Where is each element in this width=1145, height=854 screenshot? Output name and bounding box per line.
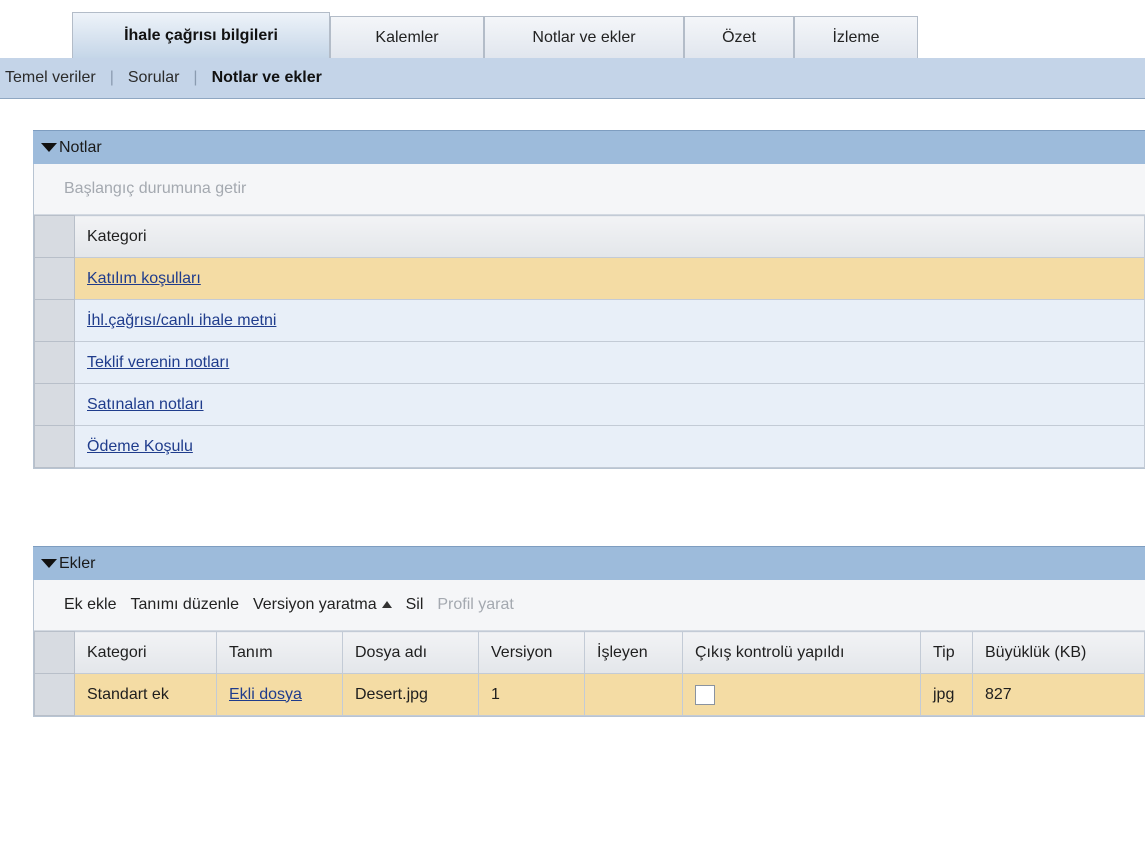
- menu-arrow-icon: [381, 601, 392, 609]
- column-header-tip[interactable]: Tip: [920, 631, 973, 674]
- tab-notlar-ve-ekler[interactable]: Notlar ve ekler: [484, 16, 684, 58]
- row-selector[interactable]: [34, 341, 75, 384]
- attachments-panel-title: Ekler: [59, 554, 96, 572]
- row-selector[interactable]: [34, 383, 75, 426]
- subnav-separator: |: [109, 69, 114, 86]
- collapse-triangle-icon[interactable]: [41, 559, 57, 568]
- table-cell: Satınalan notları: [74, 383, 1145, 426]
- delete-button[interactable]: Sil: [406, 596, 424, 614]
- attachments-table: Kategori Tanım Dosya adı Versiyon İşleye…: [34, 631, 1145, 716]
- table-cell: Teklif verenin notları: [74, 341, 1145, 384]
- cell-cikis-kontrolu: [682, 673, 921, 716]
- subnav-sorular[interactable]: Sorular: [128, 69, 180, 87]
- notes-panel: Notlar Başlangıç durumuna getir Kategori…: [33, 130, 1145, 469]
- attachment-description-link[interactable]: Ekli dosya: [229, 686, 302, 703]
- tab-label: Notlar ve ekler: [532, 28, 636, 46]
- column-header-buyukluk[interactable]: Büyüklük (KB): [972, 631, 1145, 674]
- column-header-isleyen[interactable]: İşleyen: [584, 631, 683, 674]
- table-row[interactable]: Standart ek Ekli dosya Desert.jpg 1 jpg …: [34, 673, 1145, 716]
- collapse-triangle-icon[interactable]: [41, 143, 57, 152]
- checked-out-checkbox[interactable]: [695, 684, 715, 705]
- table-row[interactable]: Teklif verenin notları: [34, 341, 1145, 384]
- notes-panel-body: Başlangıç durumuna getir Kategori Katılı…: [33, 164, 1145, 469]
- cell-buyukluk: 827: [972, 673, 1145, 716]
- table-row[interactable]: Satınalan notları: [34, 383, 1145, 426]
- tab-strip: İhale çağrısı bilgileri Kalemler Notlar …: [0, 0, 1145, 58]
- tab-kalemler[interactable]: Kalemler: [330, 16, 484, 58]
- note-link-odeme-kosulu[interactable]: Ödeme Koşulu: [87, 438, 193, 455]
- create-version-label: Versiyon yaratma: [252, 596, 377, 613]
- notes-table: Kategori Katılım koşulları İhl.çağrısı/c…: [34, 215, 1145, 468]
- note-link-ihale-metni[interactable]: İhl.çağrısı/canlı ihale metni: [87, 312, 276, 329]
- note-link-katilim-kosullari[interactable]: Katılım koşulları: [87, 270, 201, 287]
- tab-izleme[interactable]: İzleme: [794, 16, 918, 58]
- note-link-teklif-verenin-notlari[interactable]: Teklif verenin notları: [87, 354, 229, 371]
- column-header-cikis-kontrolu[interactable]: Çıkış kontrolü yapıldı: [682, 631, 921, 674]
- row-selector[interactable]: [34, 299, 75, 342]
- cell-versiyon: 1: [478, 673, 585, 716]
- column-header-dosya-adi[interactable]: Dosya adı: [342, 631, 479, 674]
- tab-label: İzleme: [832, 28, 880, 46]
- tab-label: Kalemler: [375, 28, 439, 46]
- tab-ihale-cagrisi-bilgileri[interactable]: İhale çağrısı bilgileri: [72, 12, 330, 58]
- notes-panel-header[interactable]: Notlar: [33, 130, 1145, 164]
- table-row[interactable]: Katılım koşulları: [34, 257, 1145, 300]
- column-header-kategori[interactable]: Kategori: [74, 215, 1145, 258]
- notes-toolbar: Başlangıç durumuna getir: [34, 164, 1145, 215]
- attachments-panel: Ekler Ek ekle Tanımı düzenle Versiyon ya…: [33, 546, 1145, 717]
- select-all-cell[interactable]: [34, 631, 75, 674]
- select-all-cell[interactable]: [34, 215, 75, 258]
- tab-ozet[interactable]: Özet: [684, 16, 794, 58]
- subnav-notlar-ve-ekler[interactable]: Notlar ve ekler: [212, 69, 322, 87]
- sub-navigation: Temel veriler | Sorular | Notlar ve ekle…: [0, 58, 1145, 99]
- cell-tanim: Ekli dosya: [216, 673, 343, 716]
- table-cell: İhl.çağrısı/canlı ihale metni: [74, 299, 1145, 342]
- cell-isleyen: [584, 673, 683, 716]
- column-header-tanim[interactable]: Tanım: [216, 631, 343, 674]
- column-header-versiyon[interactable]: Versiyon: [478, 631, 585, 674]
- row-selector[interactable]: [34, 425, 75, 468]
- cell-kategori: Standart ek: [74, 673, 217, 716]
- attachments-panel-body: Ek ekle Tanımı düzenle Versiyon yaratma …: [33, 580, 1145, 717]
- attachments-toolbar: Ek ekle Tanımı düzenle Versiyon yaratma …: [34, 580, 1145, 631]
- note-link-satinalan-notlari[interactable]: Satınalan notları: [87, 396, 204, 413]
- table-row[interactable]: Ödeme Koşulu: [34, 425, 1145, 468]
- row-selector[interactable]: [34, 673, 75, 716]
- column-header-kategori[interactable]: Kategori: [74, 631, 217, 674]
- tab-label: İhale çağrısı bilgileri: [124, 26, 278, 44]
- add-attachment-button[interactable]: Ek ekle: [64, 596, 116, 614]
- cell-dosya-adi: Desert.jpg: [342, 673, 479, 716]
- table-cell: Katılım koşulları: [74, 257, 1145, 300]
- table-row[interactable]: İhl.çağrısı/canlı ihale metni: [34, 299, 1145, 342]
- table-cell: Ödeme Koşulu: [74, 425, 1145, 468]
- row-selector[interactable]: [34, 257, 75, 300]
- cell-tip: jpg: [920, 673, 973, 716]
- subnav-separator: |: [193, 69, 198, 86]
- create-profile-button[interactable]: Profil yarat: [437, 596, 513, 614]
- reset-button[interactable]: Başlangıç durumuna getir: [64, 180, 246, 198]
- edit-description-button[interactable]: Tanımı düzenle: [130, 596, 239, 614]
- create-version-button[interactable]: Versiyon yaratma: [253, 596, 392, 614]
- tab-label: Özet: [722, 28, 756, 46]
- notes-panel-title: Notlar: [59, 138, 102, 156]
- subnav-temel-veriler[interactable]: Temel veriler: [5, 69, 96, 87]
- attachments-panel-header[interactable]: Ekler: [33, 546, 1145, 580]
